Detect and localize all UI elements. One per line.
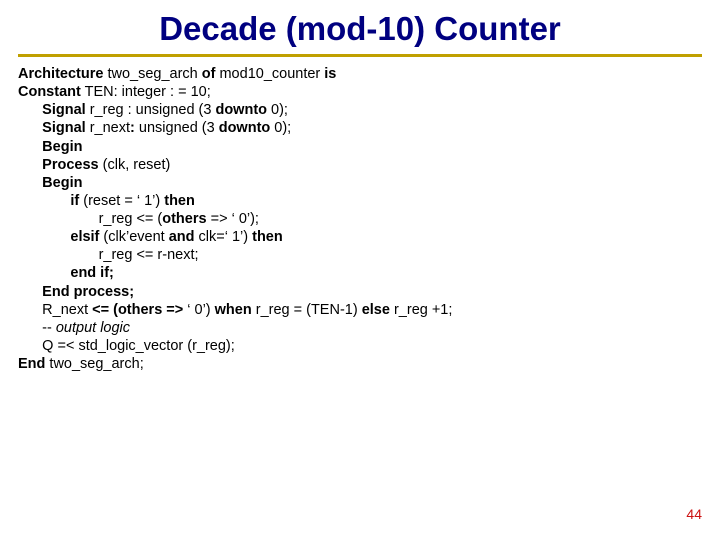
code-line: Signal r_next: unsigned (3 downto 0); <box>18 119 702 137</box>
code-line: Q =< std_logic_vector (r_reg); <box>18 337 702 355</box>
title-divider <box>18 54 702 57</box>
code-line: Signal r_reg : unsigned (3 downto 0); <box>18 101 702 119</box>
code-line: if (reset = ‘ 1’) then <box>18 192 702 210</box>
code-line: End process; <box>18 283 702 301</box>
code-line: R_next <= (others => ‘ 0’) when r_reg = … <box>18 301 702 319</box>
slide: Decade (mod-10) Counter Architecture two… <box>0 0 720 540</box>
page-number: 44 <box>686 506 702 522</box>
code-block: Architecture two_seg_arch of mod10_count… <box>0 61 720 373</box>
code-line: Architecture two_seg_arch of mod10_count… <box>18 65 702 83</box>
code-line: r_reg <= (others => ‘ 0’); <box>18 210 702 228</box>
code-line: Process (clk, reset) <box>18 156 702 174</box>
code-line: r_reg <= r-next; <box>18 246 702 264</box>
slide-title: Decade (mod-10) Counter <box>0 0 720 54</box>
code-line: Begin <box>18 138 702 156</box>
code-line: Begin <box>18 174 702 192</box>
code-line: end if; <box>18 264 702 282</box>
code-line: Constant TEN: integer : = 10; <box>18 83 702 101</box>
code-line: -- output logic <box>18 319 702 337</box>
code-line: elsif (clk’event and clk=‘ 1’) then <box>18 228 702 246</box>
code-line: End two_seg_arch; <box>18 355 702 373</box>
